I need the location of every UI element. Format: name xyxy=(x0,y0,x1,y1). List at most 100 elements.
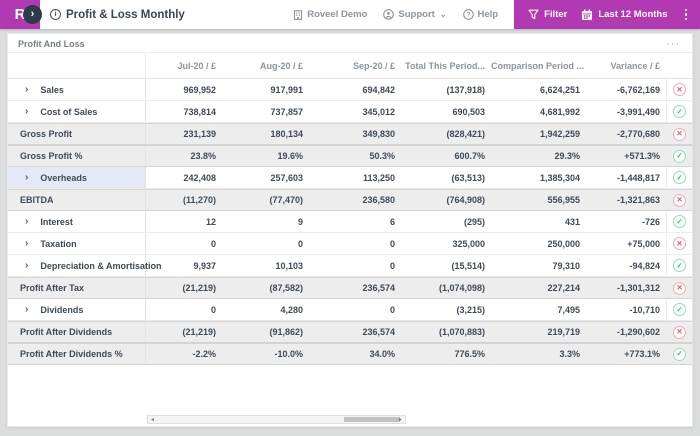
horizontal-scrollbar[interactable]: ◄ ► xyxy=(147,415,406,424)
building-icon xyxy=(293,10,303,20)
filter-button[interactable]: Filter xyxy=(528,9,567,20)
support-menu-item[interactable]: Support ⌄ xyxy=(383,9,446,20)
expand-chevron-icon[interactable]: › xyxy=(25,173,28,183)
appbar-menu: Roveel Demo Support ⌄ ? Help Filter xyxy=(293,0,700,29)
row-label: Taxation xyxy=(40,239,76,249)
row-label-cell[interactable]: › Overheads xyxy=(8,167,146,188)
cell-value: 4,280 xyxy=(222,305,309,315)
funnel-icon xyxy=(528,9,539,20)
row-label-cell[interactable]: › Sales xyxy=(8,79,146,100)
org-menu-item[interactable]: Roveel Demo xyxy=(293,9,367,20)
cell-value: (1,074,098) xyxy=(401,283,491,293)
row-label-cell: Profit After Dividends % xyxy=(8,344,146,364)
table-row: › Taxation 0 0 0 325,000 250,000 +75,000… xyxy=(8,233,692,255)
expand-chevron-icon[interactable]: › xyxy=(25,261,28,271)
column-header[interactable]: Jul-20 / £ xyxy=(146,61,222,71)
row-label-cell[interactable]: › Dividends xyxy=(8,299,146,320)
status-pass-icon: ✓ xyxy=(673,105,686,118)
cell-value: (91,862) xyxy=(222,327,309,337)
cell-value: -2.2% xyxy=(146,349,222,359)
row-label: Profit After Tax xyxy=(20,283,84,293)
cell-value: 690,503 xyxy=(401,107,491,117)
more-menu-icon[interactable]: ··· xyxy=(664,41,682,47)
table-header-row: Jul-20 / £ Aug-20 / £ Sep-20 / £ Total T… xyxy=(8,53,692,79)
table-row: Profit After Dividends % -2.2% -10.0% 34… xyxy=(8,343,692,365)
row-label: Sales xyxy=(40,85,64,95)
expand-chevron-icon[interactable]: › xyxy=(25,239,28,249)
svg-text:?: ? xyxy=(466,12,470,19)
cell-value: 0 xyxy=(146,305,222,315)
status-cell: ✕ xyxy=(666,190,692,210)
cell-value: -726 xyxy=(586,217,666,227)
cell-value: -3,991,490 xyxy=(586,107,666,117)
cell-value: 694,842 xyxy=(309,85,401,95)
support-label: Support xyxy=(398,9,434,20)
table-row: Profit After Tax (21,219) (87,582) 236,5… xyxy=(8,277,692,299)
row-label-cell[interactable]: › Taxation xyxy=(8,233,146,254)
column-header[interactable]: Total This Period... xyxy=(401,61,491,71)
cell-value: 1,942,259 xyxy=(491,129,586,139)
expand-chevron-icon[interactable]: › xyxy=(25,85,28,95)
row-label-cell[interactable]: › Depreciation & Amortisation xyxy=(8,255,146,276)
expand-chevron-icon[interactable]: › xyxy=(25,107,28,117)
status-pass-icon: ✓ xyxy=(673,303,686,316)
scroll-right-arrow[interactable]: ► xyxy=(396,416,405,423)
status-cell: ✓ xyxy=(666,344,692,364)
cell-value: (11,270) xyxy=(146,195,222,205)
cell-value: 6 xyxy=(309,217,401,227)
table-row: › Interest 12 9 6 (295) 431 -726 ✓ xyxy=(8,211,692,233)
status-pass-icon: ✓ xyxy=(673,348,686,361)
kebab-menu-icon[interactable] xyxy=(682,7,691,23)
table-row: › Dividends 0 4,280 0 (3,215) 7,495 -10,… xyxy=(8,299,692,321)
cell-value: 29.3% xyxy=(491,151,586,161)
cell-value: 917,991 xyxy=(222,85,309,95)
column-header[interactable]: Comparison Period ... xyxy=(491,61,586,71)
status-fail-icon: ✕ xyxy=(673,128,686,141)
row-label-cell[interactable]: › Cost of Sales xyxy=(8,101,146,122)
status-fail-icon: ✕ xyxy=(673,194,686,207)
sidebar-toggle-button[interactable]: › xyxy=(23,5,42,24)
cell-value: 737,857 xyxy=(222,107,309,117)
status-fail-icon: ✕ xyxy=(673,326,686,339)
appbar-accent-block: Filter Last 12 Months xyxy=(514,0,700,29)
cell-value: 34.0% xyxy=(309,349,401,359)
expand-chevron-icon[interactable]: › xyxy=(25,305,28,315)
status-cell: ✕ xyxy=(666,322,692,342)
cell-value: (15,514) xyxy=(401,261,491,271)
cell-value: -10,710 xyxy=(586,305,666,315)
cell-value: 776.5% xyxy=(401,349,491,359)
cell-value: 738,814 xyxy=(146,107,222,117)
cell-value: (63,513) xyxy=(401,173,491,183)
cell-value: 180,134 xyxy=(222,129,309,139)
expand-chevron-icon[interactable]: › xyxy=(25,217,28,227)
row-label-cell[interactable]: › Interest xyxy=(8,211,146,232)
card-header: Profit And Loss ··· xyxy=(8,34,692,53)
page-title-text: Profit & Loss Monthly xyxy=(66,9,185,21)
report-card: Profit And Loss ··· Jul-20 / £ Aug-20 / … xyxy=(7,33,693,427)
table-row: › Depreciation & Amortisation 9,937 10,1… xyxy=(8,255,692,277)
cell-value: (764,908) xyxy=(401,195,491,205)
row-label: Depreciation & Amortisation xyxy=(40,261,161,271)
scrollbar-thumb[interactable] xyxy=(344,417,400,422)
help-menu-item[interactable]: ? Help xyxy=(463,9,499,20)
info-icon[interactable]: i xyxy=(50,9,61,20)
user-circle-icon xyxy=(383,9,394,20)
cell-value: 0 xyxy=(309,261,401,271)
row-label-cell: Gross Profit % xyxy=(8,146,146,166)
cell-value: 227,214 xyxy=(491,283,586,293)
status-cell: ✓ xyxy=(666,101,692,122)
cell-value: 556,955 xyxy=(491,195,586,205)
cell-value: (77,470) xyxy=(222,195,309,205)
cell-value: +75,000 xyxy=(586,239,666,249)
cell-value: 9,937 xyxy=(146,261,222,271)
cell-value: 236,574 xyxy=(309,283,401,293)
scroll-left-arrow[interactable]: ◄ xyxy=(148,416,157,423)
status-cell: ✓ xyxy=(666,167,692,188)
cell-value: -2,770,680 xyxy=(586,129,666,139)
column-header[interactable]: Sep-20 / £ xyxy=(309,61,401,71)
cell-value: 0 xyxy=(222,239,309,249)
column-header[interactable]: Aug-20 / £ xyxy=(222,61,309,71)
column-header[interactable]: Variance / £ xyxy=(586,61,666,71)
cell-value: 0 xyxy=(146,239,222,249)
period-selector-button[interactable]: Last 12 Months xyxy=(581,9,667,21)
